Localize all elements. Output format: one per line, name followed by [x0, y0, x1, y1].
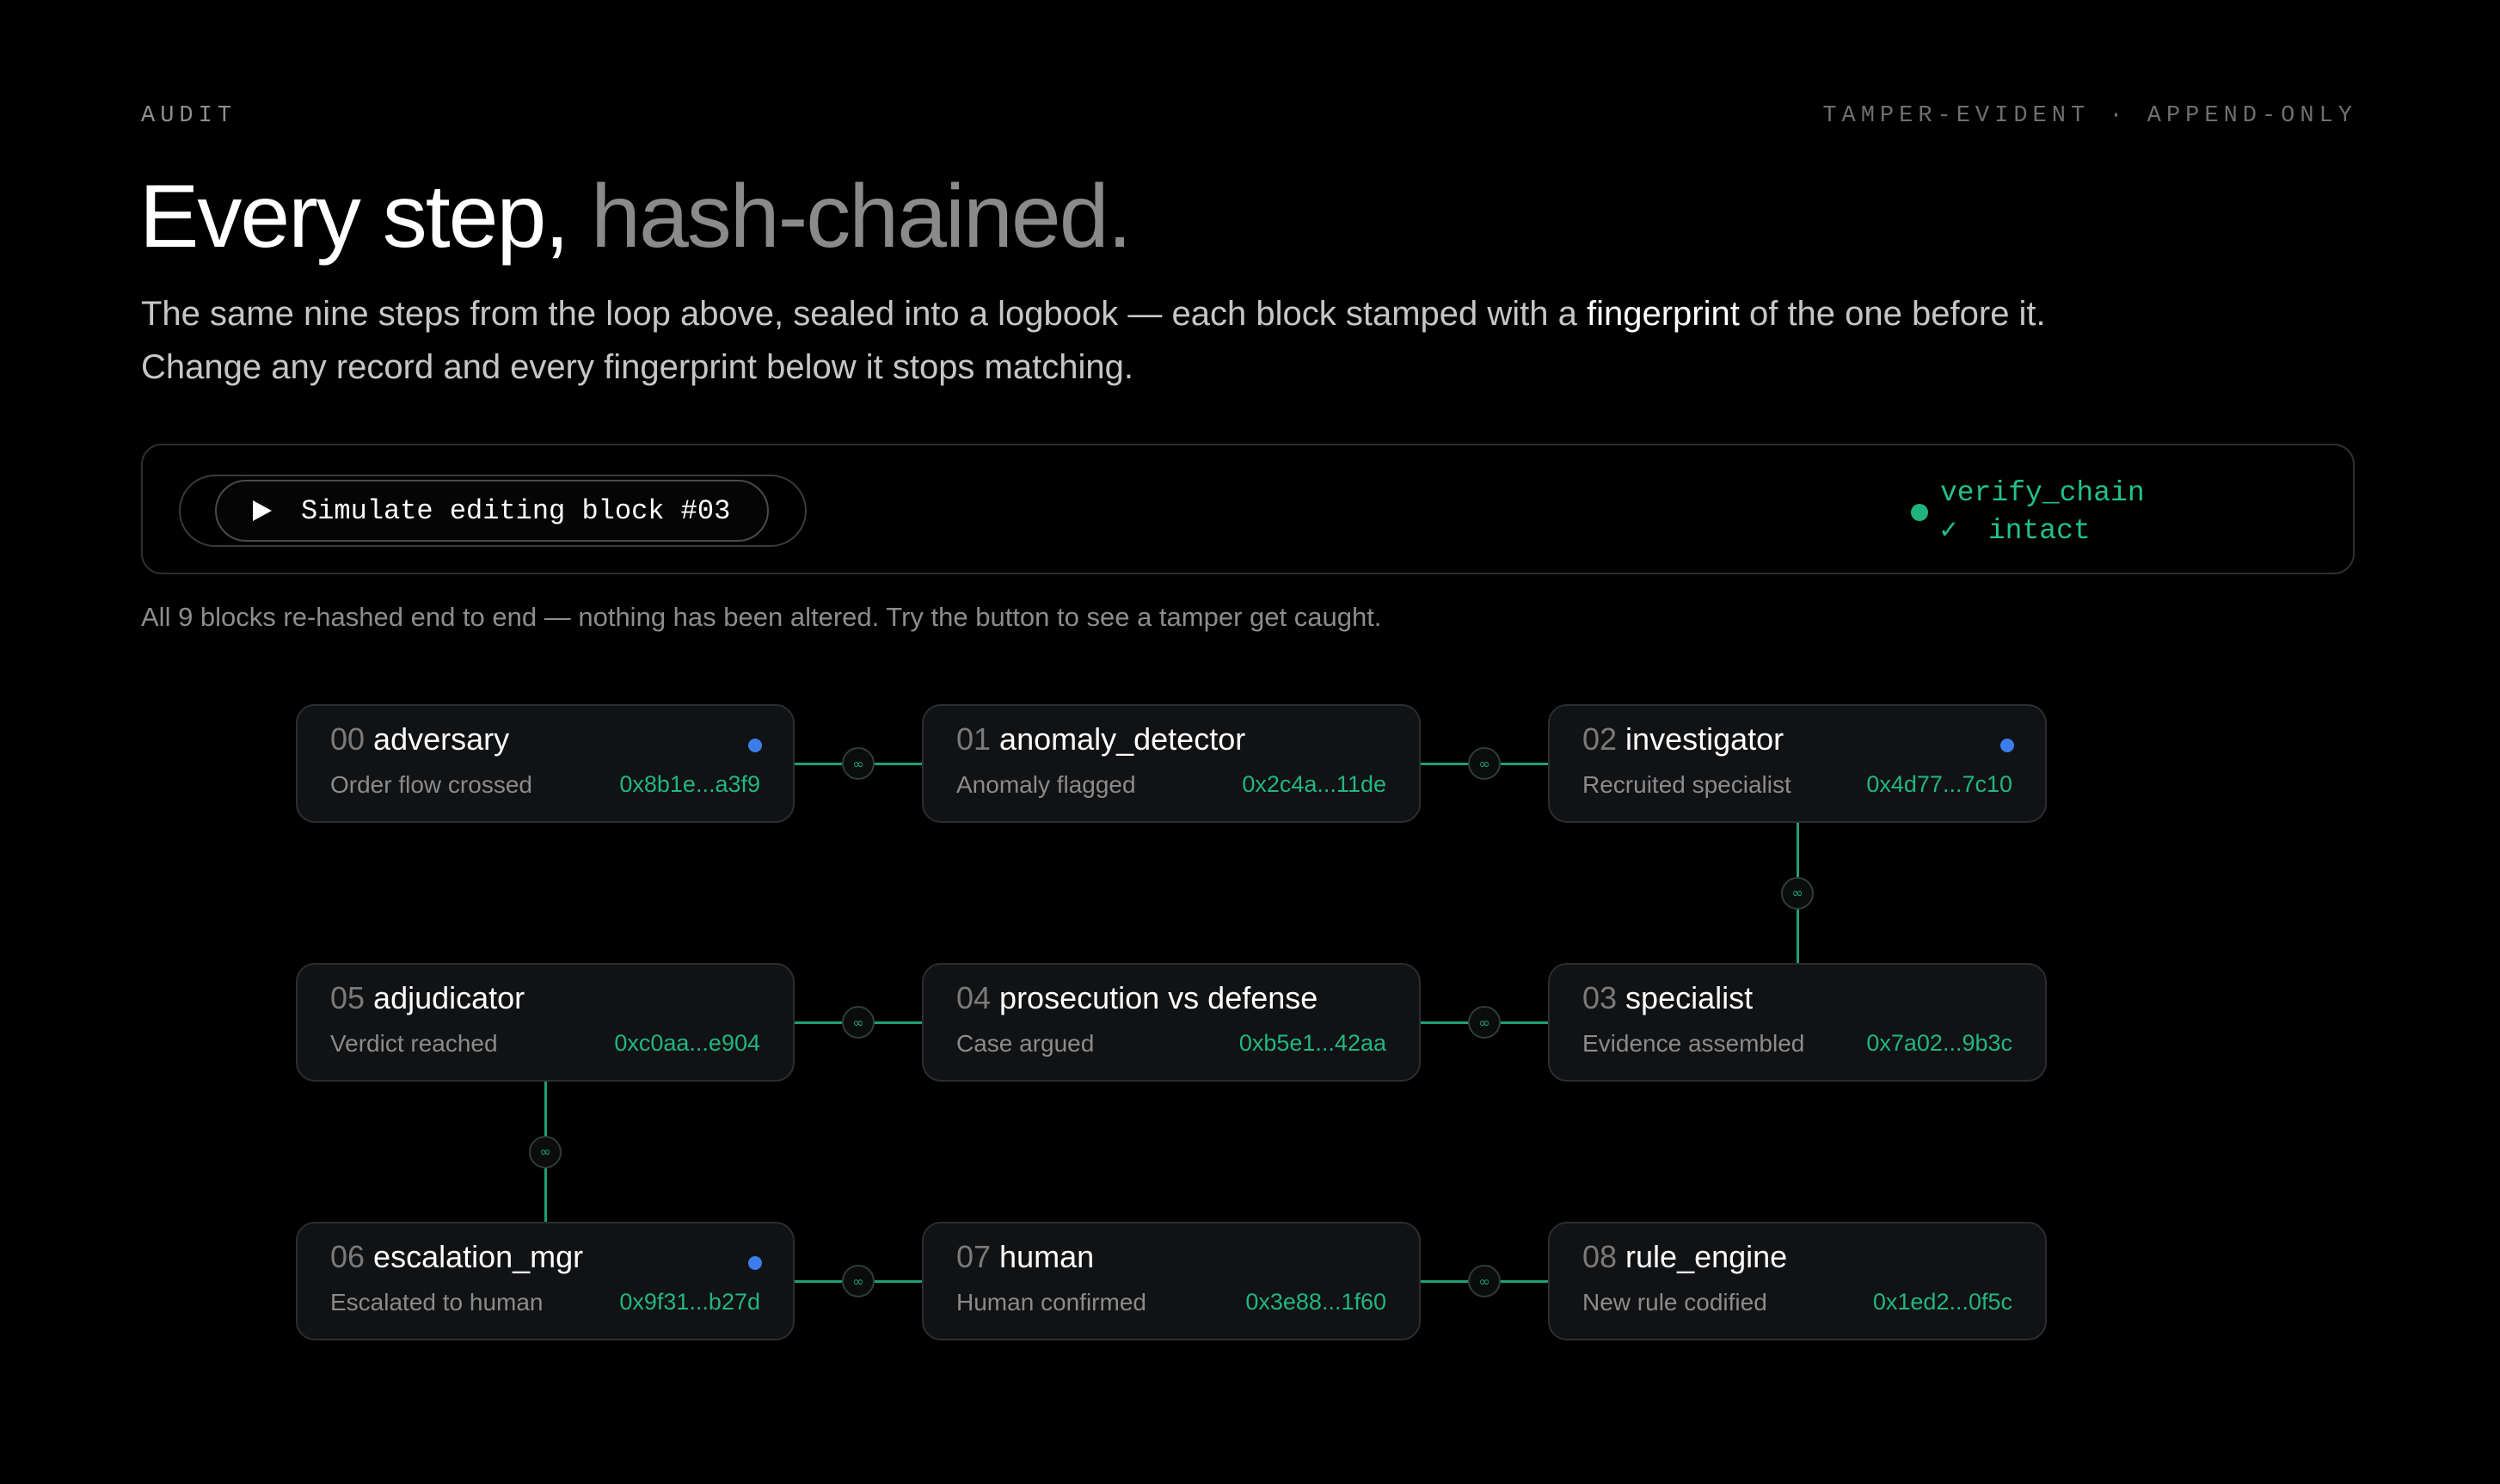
chain-block[interactable]: 01 anomaly_detector Anomaly flagged 0x2c4a.… [922, 704, 1421, 823]
block-name: prosecution vs defense [999, 980, 1318, 1015]
link-icon: ∞ [842, 747, 875, 780]
block-hash: 0x9f31...b27d [619, 1289, 760, 1315]
block-hash: 0x8b1e...a3f9 [619, 771, 760, 797]
block-title: 05 adjudicator [330, 980, 525, 1016]
link-icon: ∞ [1468, 1006, 1501, 1039]
block-index: 05 [330, 980, 365, 1015]
block-hash: 0xb5e1...42aa [1238, 1030, 1386, 1056]
block-hash: 0x2c4a...11de [1242, 771, 1386, 797]
marker-dot-icon [748, 739, 762, 752]
block-name: investigator [1625, 721, 1784, 757]
block-name: specialist [1625, 980, 1754, 1015]
block-index: 08 [1582, 1239, 1618, 1274]
chain-block[interactable]: 00 adversary Order flow crossed 0x8b1e...a3… [296, 704, 795, 823]
block-description: Recruited specialist [1582, 771, 1791, 798]
link-icon: ∞ [842, 1265, 875, 1297]
marker-dot-icon [748, 1256, 762, 1270]
block-title: 07 human [956, 1239, 1094, 1275]
block-name: adversary [373, 721, 510, 757]
chain-block[interactable]: 07 human Human confirmed 0x3e88...1f60 [922, 1222, 1421, 1340]
block-index: 03 [1582, 980, 1618, 1015]
block-name: adjudicator [373, 980, 525, 1015]
link-icon: ∞ [1468, 747, 1501, 780]
block-name: human [999, 1239, 1095, 1274]
block-title: 06 escalation_mgr [330, 1239, 583, 1275]
block-index: 07 [956, 1239, 992, 1274]
block-index: 06 [330, 1239, 365, 1274]
block-title: 01 anomaly_detector [956, 721, 1245, 757]
link-icon: ∞ [529, 1135, 562, 1168]
chain-block[interactable]: 06 escalation_mgr Escalated to human 0x9f31… [296, 1222, 795, 1340]
link-icon: ∞ [1781, 876, 1814, 910]
link-icon: ∞ [1468, 1265, 1501, 1297]
hash-chain: ∞ ∞ ∞ ∞ ∞ ∞ ∞ ∞ 00 adversary Order flow crossed 0x8… [0, 0, 2500, 1484]
chain-block[interactable]: 04 prosecution vs defense Case argued 0xb5e… [922, 963, 1421, 1082]
block-index: 04 [956, 980, 992, 1015]
chain-block[interactable]: 05 adjudicator Verdict reached 0xc0aa...e90… [296, 963, 795, 1082]
link-icon: ∞ [842, 1006, 875, 1039]
block-name: escalation_mgr [373, 1239, 584, 1274]
block-name: anomaly_detector [999, 721, 1246, 757]
block-index: 00 [330, 721, 365, 757]
block-hash: 0x4d77...7c10 [1866, 771, 2012, 797]
block-description: New rule codified [1582, 1289, 1767, 1315]
block-hash: 0x7a02...9b3c [1866, 1030, 2012, 1056]
block-description: Verdict reached [330, 1030, 498, 1057]
block-hash: 0x3e88...1f60 [1245, 1289, 1386, 1315]
block-description: Case argued [956, 1030, 1095, 1057]
block-title: 02 investigator [1582, 721, 1784, 757]
chain-block[interactable]: 02 investigator Recruited specialist 0x4d77… [1548, 704, 2047, 823]
block-index: 02 [1582, 721, 1618, 757]
chain-block[interactable]: 03 specialist Evidence assembled 0x7a02...9… [1548, 963, 2047, 1082]
block-hash: 0x1ed2...0f5c [1872, 1289, 2012, 1315]
block-title: 04 prosecution vs defense [956, 980, 1318, 1016]
block-title: 03 specialist [1582, 980, 1753, 1016]
block-description: Evidence assembled [1582, 1030, 1805, 1057]
block-description: Human confirmed [956, 1289, 1146, 1315]
block-title: 08 rule_engine [1582, 1239, 1787, 1275]
block-description: Escalated to human [330, 1289, 544, 1315]
block-hash: 0xc0aa...e904 [614, 1030, 760, 1056]
chain-block[interactable]: 08 rule_engine New rule codified 0x1ed2...0… [1548, 1222, 2047, 1340]
block-index: 01 [956, 721, 992, 757]
block-description: Anomaly flagged [956, 771, 1136, 798]
block-title: 00 adversary [330, 721, 509, 757]
marker-dot-icon [2000, 739, 2014, 752]
block-description: Order flow crossed [330, 771, 532, 798]
block-name: rule_engine [1625, 1239, 1788, 1274]
